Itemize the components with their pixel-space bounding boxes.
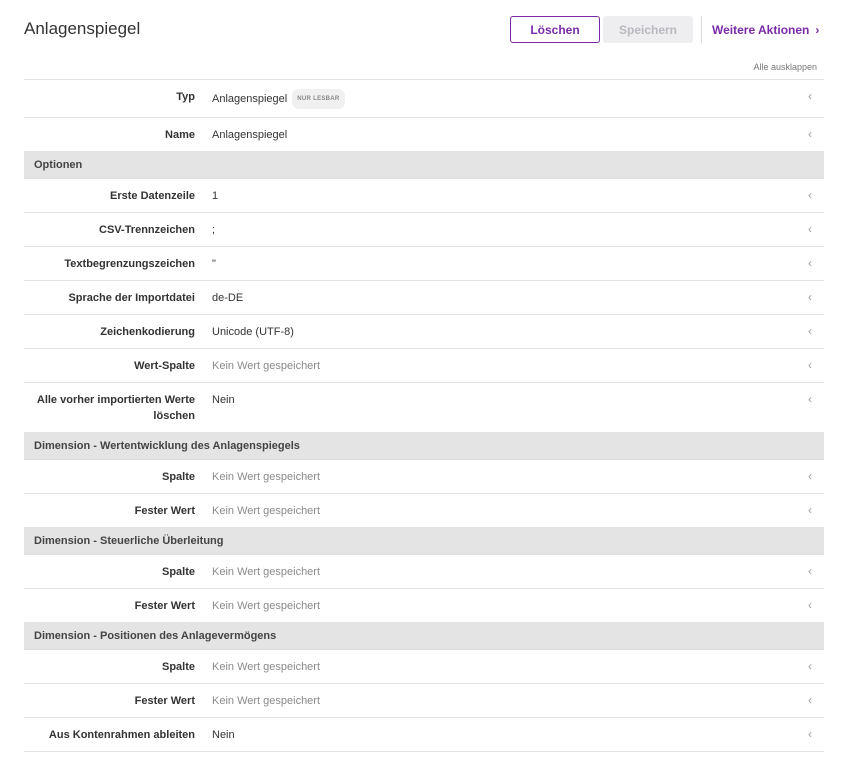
- row-label: Wert-Spalte: [134, 360, 195, 372]
- chevron-left-icon[interactable]: ‹: [808, 126, 812, 142]
- row-label: Fester Wert: [134, 600, 195, 612]
- row-label: Spalte: [161, 471, 195, 483]
- chevron-left-icon[interactable]: ‹: [808, 597, 812, 613]
- row-label: Zeichenkodierung: [100, 326, 195, 338]
- row-label: Alle vorher importierten Werte löschen: [36, 394, 195, 422]
- row-value-text: Anlagenspiegel: [212, 93, 288, 105]
- row-value: Kein Wert gespeichert: [212, 471, 321, 483]
- row-value: ;: [212, 224, 216, 236]
- row-fester-wert[interactable]: Fester Wert Kein Wert gespeichert ‹: [24, 684, 824, 718]
- row-label: Erste Datenzeile: [110, 190, 195, 202]
- chevron-left-icon[interactable]: ‹: [808, 255, 812, 271]
- chevron-left-icon[interactable]: ‹: [808, 692, 812, 708]
- row-value: Anlagenspiegel: [212, 129, 288, 141]
- section-header-positionen: Dimension - Positionen des Anlagevermöge…: [24, 623, 824, 650]
- row-spalte[interactable]: Spalte Kein Wert gespeichert ‹: [24, 460, 824, 494]
- row-value: Kein Wert gespeichert: [212, 695, 321, 707]
- row-fester-wert[interactable]: Fester Wert Kein Wert gespeichert ‹: [24, 589, 824, 623]
- row-value: Kein Wert gespeichert: [212, 505, 321, 517]
- row-label: Typ: [176, 91, 195, 103]
- save-button[interactable]: Speichern: [603, 16, 693, 43]
- row-value: Nein: [212, 394, 235, 406]
- section-header-steuerlich: Dimension - Steuerliche Überleitung: [24, 528, 824, 555]
- chevron-left-icon[interactable]: ‹: [808, 502, 812, 518]
- chevron-left-icon[interactable]: ‹: [808, 391, 812, 407]
- row-value: Anlagenspiegel NUR LESBAR: [212, 89, 824, 109]
- section-header-optionen: Optionen: [24, 152, 824, 179]
- row-fester-wert[interactable]: Fester Wert Kein Wert gespeichert ‹: [24, 494, 824, 528]
- chevron-left-icon[interactable]: ‹: [808, 658, 812, 674]
- row-csv-trennzeichen[interactable]: CSV-Trennzeichen ; ‹: [24, 213, 824, 247]
- header-divider: [701, 16, 702, 43]
- row-erste-datenzeile[interactable]: Erste Datenzeile 1 ‹: [24, 179, 824, 213]
- row-name[interactable]: Name Anlagenspiegel ‹: [24, 118, 824, 152]
- row-sprache-importdatei[interactable]: Sprache der Importdatei de-DE ‹: [24, 281, 824, 315]
- chevron-left-icon[interactable]: ‹: [808, 323, 812, 339]
- row-label: CSV-Trennzeichen: [99, 224, 195, 236]
- row-value: Kein Wert gespeichert: [212, 600, 321, 612]
- row-value: ": [212, 258, 216, 270]
- row-value: Kein Wert gespeichert: [212, 360, 321, 372]
- row-value: Nein: [212, 729, 235, 741]
- row-label: Aus Kontenrahmen ableiten: [48, 729, 195, 741]
- row-value: de-DE: [212, 292, 244, 304]
- row-value: Kein Wert gespeichert: [212, 661, 321, 673]
- chevron-left-icon[interactable]: ‹: [808, 187, 812, 203]
- row-label: Fester Wert: [134, 505, 195, 517]
- more-actions-label: Weitere Aktionen: [712, 22, 810, 37]
- row-spalte[interactable]: Spalte Kein Wert gespeichert ‹: [24, 555, 824, 589]
- row-label: Name: [165, 129, 195, 141]
- settings-form: Typ Anlagenspiegel NUR LESBAR ‹ Name Anl…: [24, 79, 824, 752]
- row-alle-werte-loeschen[interactable]: Alle vorher importierten Werte löschen N…: [24, 383, 824, 433]
- row-label: Fester Wert: [134, 695, 195, 707]
- row-value: Unicode (UTF-8): [212, 326, 294, 338]
- delete-button[interactable]: Löschen: [510, 16, 600, 43]
- chevron-left-icon[interactable]: ‹: [808, 357, 812, 373]
- row-typ[interactable]: Typ Anlagenspiegel NUR LESBAR ‹: [24, 80, 824, 118]
- chevron-left-icon[interactable]: ‹: [808, 289, 812, 305]
- chevron-right-icon: ›: [815, 22, 820, 37]
- section-header-wertentwicklung: Dimension - Wertentwicklung des Anlagens…: [24, 433, 824, 460]
- row-textbegrenzungszeichen[interactable]: Textbegrenzungszeichen " ‹: [24, 247, 824, 281]
- row-label: Sprache der Importdatei: [68, 292, 195, 304]
- chevron-left-icon[interactable]: ‹: [808, 726, 812, 742]
- chevron-left-icon[interactable]: ‹: [808, 468, 812, 484]
- chevron-left-icon[interactable]: ‹: [808, 563, 812, 579]
- readonly-badge: NUR LESBAR: [292, 89, 345, 109]
- row-value: Kein Wert gespeichert: [212, 566, 321, 578]
- chevron-left-icon[interactable]: ‹: [808, 88, 812, 104]
- row-value: 1: [212, 190, 219, 202]
- row-label: Spalte: [161, 661, 195, 673]
- page-title: Anlagenspiegel: [24, 19, 141, 38]
- row-label: Spalte: [161, 566, 195, 578]
- chevron-left-icon[interactable]: ‹: [808, 221, 812, 237]
- more-actions-button[interactable]: Weitere Aktionen ›: [712, 16, 819, 43]
- row-zeichenkodierung[interactable]: Zeichenkodierung Unicode (UTF-8) ‹: [24, 315, 824, 349]
- row-spalte[interactable]: Spalte Kein Wert gespeichert ‹: [24, 650, 824, 684]
- page-header: Anlagenspiegel Löschen Speichern Weitere…: [0, 0, 857, 60]
- row-aus-kontenrahmen-ableiten[interactable]: Aus Kontenrahmen ableiten Nein ‹: [24, 718, 824, 752]
- expand-all-link[interactable]: Alle ausklappen: [753, 62, 817, 72]
- row-label: Textbegrenzungszeichen: [64, 258, 195, 270]
- row-wert-spalte[interactable]: Wert-Spalte Kein Wert gespeichert ‹: [24, 349, 824, 383]
